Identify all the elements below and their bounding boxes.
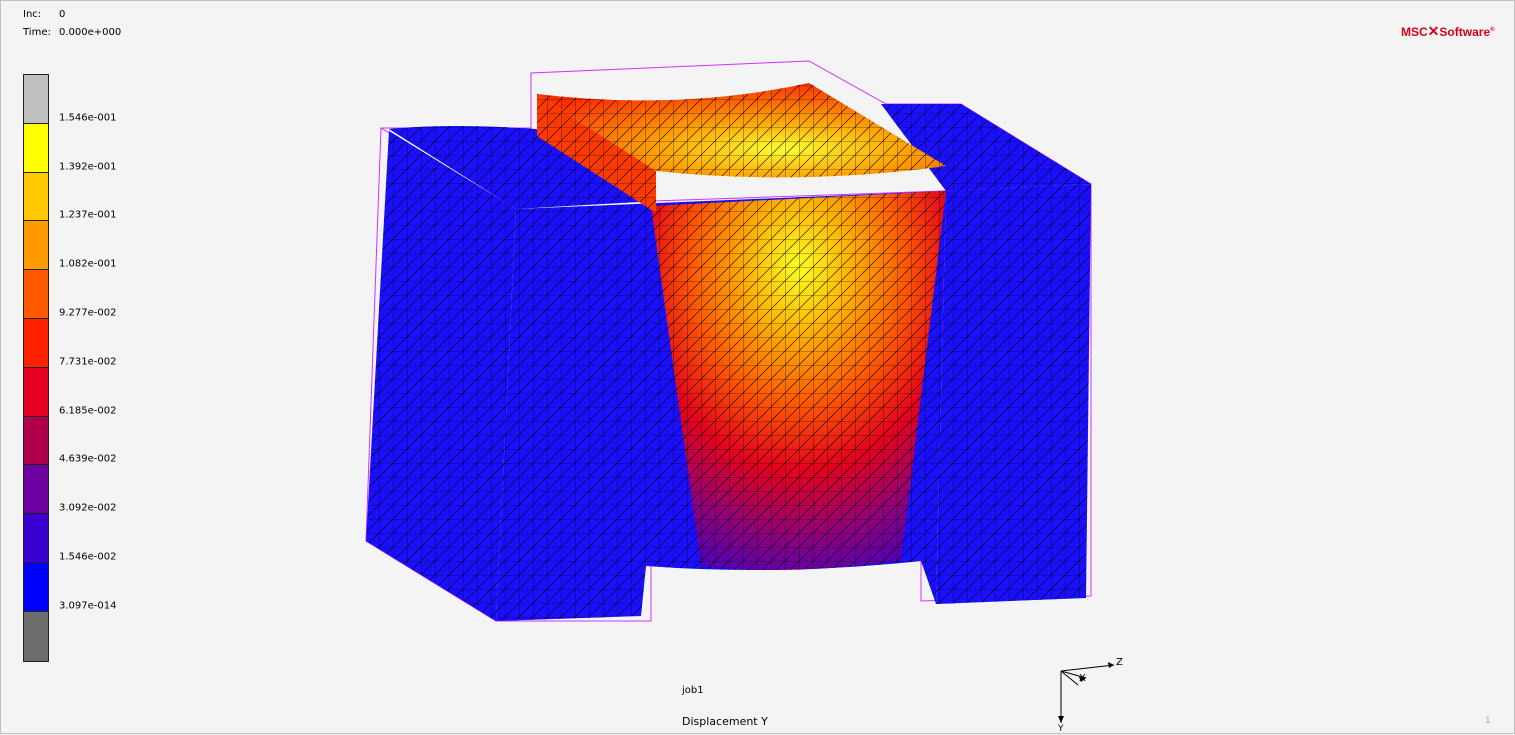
viewport-index-label: 1 bbox=[1485, 716, 1491, 726]
front-face bbox=[496, 191, 946, 621]
axis-y-label: Y bbox=[1057, 724, 1064, 733]
plot-variable-label: Displacement Y bbox=[682, 715, 768, 728]
fem-model-view[interactable] bbox=[1, 1, 1515, 735]
axis-triad: Z X Y bbox=[1057, 657, 1123, 733]
job-name-label: job1 bbox=[682, 685, 704, 696]
axis-z-label: Z bbox=[1116, 657, 1123, 668]
axis-x-label: X bbox=[1079, 673, 1086, 684]
model-viewport[interactable]: Inc: 0 Time: 0.000e+000 MSC✕Software® 1.54… bbox=[0, 0, 1515, 734]
